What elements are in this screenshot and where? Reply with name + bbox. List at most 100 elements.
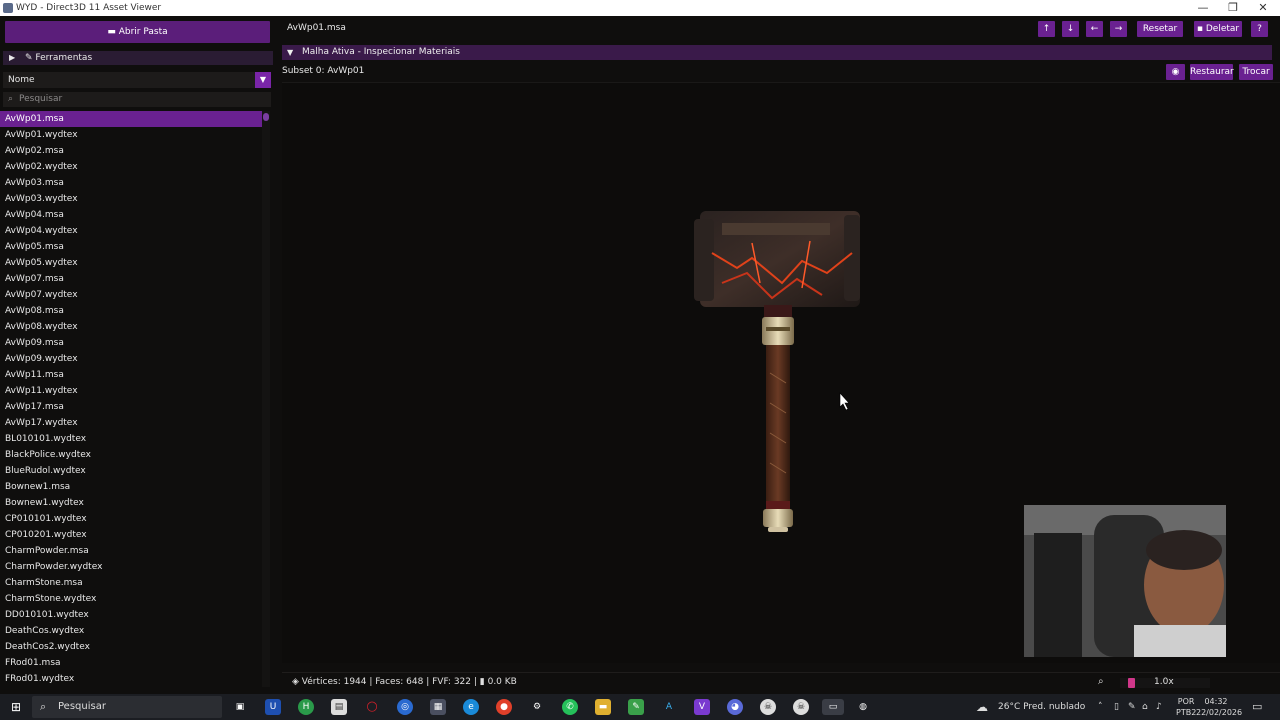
skull-app-icon[interactable]: ☠ xyxy=(760,699,776,715)
visibility-toggle[interactable]: ◉ xyxy=(1166,64,1185,80)
skull-app-2-icon[interactable]: ☠ xyxy=(793,699,809,715)
file-list-item[interactable]: Bownew1.msa xyxy=(0,479,262,495)
maximize-button[interactable]: ❐ xyxy=(1218,0,1248,16)
webcam-overlay xyxy=(1024,505,1226,657)
reset-button[interactable]: Resetar xyxy=(1137,21,1183,37)
microphone-icon[interactable]: ▯ xyxy=(1114,694,1119,720)
file-explorer-icon[interactable]: ▬ xyxy=(595,699,611,715)
network-icon[interactable]: ⌂ xyxy=(1142,694,1148,720)
chrome-icon[interactable]: ● xyxy=(496,699,512,715)
file-list-item[interactable]: AvWp08.msa xyxy=(0,303,262,319)
search-input[interactable]: ⌕ Pesquisar xyxy=(3,92,271,107)
language-indicator[interactable]: POR PTB2 xyxy=(1176,696,1196,718)
lang-line1: POR xyxy=(1177,697,1195,706)
delete-button[interactable]: ▪ Deletar xyxy=(1194,21,1242,37)
file-list-item[interactable]: BL010101.wydtex xyxy=(0,431,262,447)
file-list-item[interactable]: AvWp02.wydtex xyxy=(0,159,262,175)
ueditor-icon[interactable]: U xyxy=(265,699,281,715)
asset-viewer-task-icon[interactable]: ▭ xyxy=(822,699,844,715)
code-editor-icon[interactable]: A xyxy=(661,699,677,715)
tray-overflow-icon[interactable]: ˄ xyxy=(1098,694,1103,720)
taskbar-search[interactable]: ⌕ Pesquisar xyxy=(32,696,222,718)
tools-header[interactable]: ▶ ✎ Ferramentas xyxy=(3,51,273,65)
notification-icon[interactable]: ▭ xyxy=(1252,694,1262,720)
file-list-item[interactable]: AvWp07.msa xyxy=(0,271,262,287)
start-icon[interactable]: ⊞ xyxy=(8,699,24,715)
file-list-item[interactable]: AvWp05.wydtex xyxy=(0,255,262,271)
file-list-item[interactable]: CharmStone.wydtex xyxy=(0,591,262,607)
file-list-item[interactable]: AvWp04.msa xyxy=(0,207,262,223)
file-list-item[interactable]: DeathCos.wydtex xyxy=(0,623,262,639)
active-mesh-section[interactable]: ▼ Malha Ativa - Inspecionar Materiais xyxy=(282,45,1272,60)
file-list-item[interactable]: CP010201.wydtex xyxy=(0,527,262,543)
file-list-item[interactable]: Bownew1.wydtex xyxy=(0,495,262,511)
eye-icon: ◉ xyxy=(1171,67,1180,77)
close-button[interactable]: ✕ xyxy=(1248,0,1278,16)
file-list-item[interactable]: CharmStone.msa xyxy=(0,575,262,591)
minimize-button[interactable]: — xyxy=(1188,0,1218,16)
file-list-item[interactable]: DD010101.wydtex xyxy=(0,607,262,623)
move-right-button[interactable]: → xyxy=(1110,21,1127,37)
weather-icon: ☁ xyxy=(976,700,988,714)
clock[interactable]: 04:32 22/02/2026 xyxy=(1196,696,1242,718)
section-title: Malha Ativa - Inspecionar Materiais xyxy=(302,47,460,57)
notepad-icon[interactable]: ▤ xyxy=(331,699,347,715)
file-list-item[interactable]: BlueRudol.wydtex xyxy=(0,463,262,479)
discord-icon[interactable]: ◕ xyxy=(727,699,743,715)
edge-icon[interactable]: e xyxy=(463,699,479,715)
file-list-scrollbar[interactable] xyxy=(262,111,270,687)
file-list-item[interactable]: AvWp07.wydtex xyxy=(0,287,262,303)
swap-button[interactable]: Trocar xyxy=(1239,64,1273,80)
zoom-slider-thumb[interactable] xyxy=(1127,678,1135,688)
file-list-item[interactable]: BlackPolice.wydtex xyxy=(0,447,262,463)
file-list-item[interactable]: FRod01.msa xyxy=(0,655,262,671)
sort-dropdown[interactable]: Nome ▼ xyxy=(3,72,271,88)
chevron-down-icon[interactable]: ▼ xyxy=(255,72,271,88)
file-list-item[interactable]: AvWp11.msa xyxy=(0,367,262,383)
file-list-item[interactable]: AvWp11.wydtex xyxy=(0,383,262,399)
opera-icon[interactable]: ○ xyxy=(364,699,380,715)
pen-icon[interactable]: ✎ xyxy=(1128,694,1136,720)
help-button[interactable]: ? xyxy=(1251,21,1268,37)
volume-icon[interactable]: ♪ xyxy=(1156,694,1162,720)
file-list-item[interactable]: AvWp17.msa xyxy=(0,399,262,415)
webcam-image xyxy=(1024,505,1226,657)
task-view-icon[interactable]: ▣ xyxy=(232,699,248,715)
file-list-item[interactable]: AvWp01.wydtex xyxy=(0,127,262,143)
file-list-item[interactable]: FRod01.wydtex xyxy=(0,671,262,687)
delete-label: Deletar xyxy=(1205,24,1240,34)
visual-studio-icon[interactable]: V xyxy=(694,699,710,715)
open-folder-button[interactable]: ▬ Abrir Pasta xyxy=(5,21,270,43)
whatsapp-icon[interactable]: ✆ xyxy=(562,699,578,715)
mesh-icon: ◈ xyxy=(292,677,299,687)
file-list-item[interactable]: AvWp08.wydtex xyxy=(0,319,262,335)
restore-button[interactable]: Restaurar xyxy=(1190,64,1234,80)
window-title: WYD - Direct3D 11 Asset Viewer xyxy=(16,3,162,13)
file-list-item[interactable]: AvWp03.msa xyxy=(0,175,262,191)
weather-text[interactable]: 26°C Pred. nublado xyxy=(998,694,1085,720)
file-list-item[interactable]: AvWp09.wydtex xyxy=(0,351,262,367)
taskbar-search-label: Pesquisar xyxy=(58,701,106,712)
notepad-plus-icon[interactable]: ✎ xyxy=(628,699,644,715)
file-list-item[interactable]: AvWp02.msa xyxy=(0,143,262,159)
browser-icon[interactable]: ◎ xyxy=(397,699,413,715)
file-list-item[interactable]: AvWp09.msa xyxy=(0,335,262,351)
move-up-button[interactable]: ↑ xyxy=(1038,21,1055,37)
move-left-button[interactable]: ← xyxy=(1086,21,1103,37)
file-list-item[interactable]: AvWp01.msa xyxy=(0,111,262,127)
scrollbar-thumb[interactable] xyxy=(263,113,269,121)
calculator-icon[interactable]: ▦ xyxy=(430,699,446,715)
obs-icon[interactable]: ◍ xyxy=(855,699,871,715)
search-placeholder: Pesquisar xyxy=(19,94,63,104)
file-list-item[interactable]: CharmPowder.msa xyxy=(0,543,262,559)
file-list-item[interactable]: AvWp05.msa xyxy=(0,239,262,255)
move-down-button[interactable]: ↓ xyxy=(1062,21,1079,37)
app-hs-icon[interactable]: H xyxy=(298,699,314,715)
settings-icon[interactable]: ⚙ xyxy=(529,699,545,715)
file-list-item[interactable]: AvWp04.wydtex xyxy=(0,223,262,239)
file-list-item[interactable]: CharmPowder.wydtex xyxy=(0,559,262,575)
file-list-item[interactable]: CP010101.wydtex xyxy=(0,511,262,527)
file-list-item[interactable]: AvWp03.wydtex xyxy=(0,191,262,207)
file-list-item[interactable]: DeathCos2.wydtex xyxy=(0,639,262,655)
file-list-item[interactable]: AvWp17.wydtex xyxy=(0,415,262,431)
